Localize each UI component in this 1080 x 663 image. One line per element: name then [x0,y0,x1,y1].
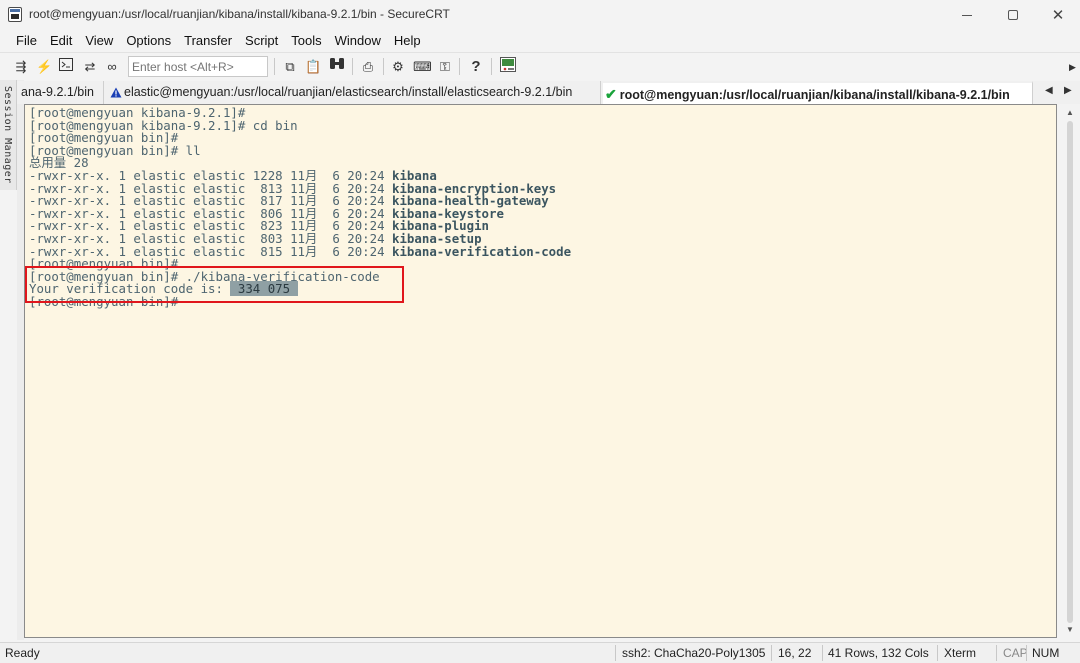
key-icon[interactable]: ⚿ [437,57,453,76]
toolbar: ⇶ ⚡ ⇄ ∞ ⧉ 📋 ⎙ ⚙ ⌨ ⚿ ? ▶ [0,52,1080,79]
reconnect-icon[interactable]: ⇄ [81,57,99,76]
print-icon[interactable]: ⎙ [359,57,377,76]
status-emulation: Xterm [944,646,977,660]
warning-icon [110,82,122,104]
menu-transfer[interactable]: Transfer [184,33,232,48]
status-num-lock: NUM [1032,646,1060,660]
status-bar: Ready ssh2: ChaCha20-Poly1305 16, 22 41 … [0,642,1080,663]
session-manager-tab[interactable]: Session Manager [0,80,17,190]
status-ready: Ready [5,646,40,660]
status-cursor-position: 16, 22 [778,646,812,660]
terminal-icon[interactable] [58,57,74,76]
status-separator [1026,645,1027,661]
toolbar-separator [491,58,492,75]
toolbar-separator [274,58,275,75]
enter-host-input[interactable] [128,56,268,77]
minimize-icon [962,14,972,16]
menu-help[interactable]: Help [394,33,421,48]
menu-bar: File Edit View Options Transfer Script T… [0,30,1080,51]
securecrt-app-icon [8,7,22,22]
session-tab-bar: ana-9.2.1/bin elastic@mengyuan:/usr/loca… [17,81,1080,104]
menu-script[interactable]: Script [245,33,278,48]
status-separator [937,645,938,661]
session-manager-label: Session Manager [2,86,13,184]
status-caps-lock: CAP [1003,646,1028,660]
paste-icon[interactable]: 📋 [305,57,321,76]
status-cipher: ssh2: ChaCha20-Poly1305 [622,646,766,660]
tab-elastic[interactable]: elastic@mengyuan:/usr/local/ruanjian/ela… [107,81,601,104]
connected-check-icon: ✔ [605,86,617,102]
minimize-button[interactable] [944,0,990,30]
help-icon[interactable]: ? [468,57,484,76]
menu-view[interactable]: View [85,33,113,48]
status-separator [615,645,616,661]
menu-window[interactable]: Window [335,33,381,48]
toolbar-separator [383,58,384,75]
terminal-area[interactable]: [root@mengyuan kibana-9.2.1]# [root@meng… [24,104,1057,638]
maximize-icon [1008,10,1018,20]
tab-label: root@mengyuan:/usr/local/ruanjian/kibana… [619,88,1010,102]
left-dock-strip [17,80,24,640]
scroll-down-icon[interactable]: ▼ [1066,625,1074,634]
connect-icon[interactable]: ⇶ [13,57,29,76]
toolbar-separator [459,58,460,75]
tab-root-kibana-active[interactable]: ✔ root@mengyuan:/usr/local/ruanjian/kiban… [603,81,1033,104]
menu-tools[interactable]: Tools [291,33,321,48]
tab-scroll-right-icon[interactable]: ▶ [1064,85,1072,96]
copy-icon[interactable]: ⧉ [282,57,298,76]
lightning-icon[interactable]: ⚡ [36,57,52,76]
window-title: root@mengyuan:/usr/local/ruanjian/kibana… [29,7,450,21]
scrollbar-thumb[interactable] [1067,121,1073,623]
status-separator [771,645,772,661]
toolbar-separator [352,58,353,75]
link-icon[interactable]: ∞ [104,57,120,76]
terminal-line: [root@mengyuan bin]# ll [29,142,201,158]
tab-label: ana-9.2.1/bin [21,85,94,99]
file-name: kibana-verification-code [392,243,572,259]
menu-options[interactable]: Options [126,33,171,48]
tab-kibana-partial[interactable]: ana-9.2.1/bin [17,81,104,104]
menu-edit[interactable]: Edit [50,33,72,48]
terminal-scrollbar[interactable]: ▲ ▼ [1061,104,1080,638]
tab-scroll-left-icon[interactable]: ◀ [1045,85,1053,96]
title-bar: root@mengyuan:/usr/local/ruanjian/kibana… [0,0,1080,30]
settings-icon[interactable]: ⚙ [390,57,406,76]
status-separator [996,645,997,661]
tab-label: elastic@mengyuan:/usr/local/ruanjian/ela… [124,85,573,99]
maximize-button[interactable] [990,0,1036,30]
keymap-icon[interactable]: ⌨ [413,57,432,76]
close-icon: ✕ [1051,7,1065,24]
scroll-up-icon[interactable]: ▲ [1066,108,1074,117]
menu-file[interactable]: File [16,33,37,48]
screen-icon[interactable] [499,57,517,76]
toolbar-overflow-arrow-icon[interactable]: ▶ [1069,62,1076,73]
red-highlight-box [25,266,404,303]
find-icon[interactable] [328,57,346,76]
status-separator [822,645,823,661]
close-button[interactable]: ✕ [1035,0,1080,30]
status-terminal-size: 41 Rows, 132 Cols [828,646,929,660]
